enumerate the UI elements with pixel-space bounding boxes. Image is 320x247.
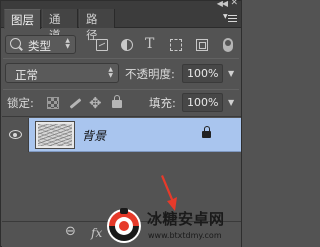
tab-bar: 图层 通道 路径 ▼ <box>1 7 241 42</box>
lock-all-icon[interactable] <box>112 95 122 108</box>
opacity-value: 100% <box>187 67 219 80</box>
opacity-dropdown-icon[interactable]: ▼ <box>228 69 234 78</box>
watermark-title: 冰糖安卓网 <box>147 210 225 228</box>
search-icon <box>10 38 21 49</box>
fill-label: 填充: <box>149 96 176 110</box>
lock-transparent-icon[interactable] <box>47 97 59 109</box>
updown-icon: ▲ ▼ <box>65 37 70 50</box>
updown-icon: ▲ ▼ <box>108 66 113 79</box>
lock-position-icon[interactable]: ✥ <box>89 94 102 112</box>
layer-name[interactable]: 背景 <box>82 127 106 144</box>
lock-pixels-icon[interactable] <box>69 98 82 109</box>
fill-value: 100% <box>187 96 219 109</box>
divider <box>3 89 239 90</box>
adjustment-filter-icon[interactable] <box>121 39 133 51</box>
image-filter-icon[interactable] <box>96 39 108 51</box>
blend-mode-value: 正常 <box>15 68 38 82</box>
watermark-logo <box>107 208 141 243</box>
tab-paths[interactable]: 路径 <box>79 9 115 42</box>
watermark: 冰糖安卓网 www.btxtdmy.com <box>101 206 243 247</box>
smart-object-filter-icon[interactable] <box>196 39 208 51</box>
filter-kind-select[interactable]: 类型 ▲ ▼ <box>5 35 76 54</box>
tab-layers[interactable]: 图层 <box>4 9 41 29</box>
layer-thumbnail <box>35 121 75 149</box>
lock-label: 锁定: <box>7 96 34 110</box>
panel-menu-button[interactable]: ▼ <box>223 12 237 24</box>
fill-dropdown-icon[interactable]: ▼ <box>228 98 234 107</box>
menu-arrow-icon: ▼ <box>223 13 228 20</box>
divider <box>3 58 239 59</box>
tab-channels[interactable]: 通道 <box>42 9 78 42</box>
shape-filter-icon[interactable] <box>170 39 182 51</box>
watermark-url: www.btxtdmy.com <box>148 231 222 240</box>
layers-panel: ◀◀ ✕ 图层 通道 路径 ▼ 类型 ▲▼ T 正常 ▲▼ 不透明度: 100%… <box>0 0 242 247</box>
link-layers-icon[interactable]: ⊖ <box>65 224 76 239</box>
layer-lock-icon <box>202 126 211 138</box>
fill-input[interactable]: 100% <box>182 93 223 112</box>
filter-kind-label: 类型 <box>28 39 51 53</box>
visibility-toggle[interactable] <box>2 118 29 152</box>
eye-icon <box>9 130 22 139</box>
menu-lines-icon <box>228 15 237 22</box>
type-filter-icon[interactable]: T <box>145 36 157 52</box>
layer-row[interactable]: 背景 <box>2 118 241 152</box>
opacity-input[interactable]: 100% <box>182 64 223 83</box>
filter-toggle-icon[interactable] <box>223 38 233 52</box>
blend-mode-select[interactable]: 正常 ▲ ▼ <box>5 63 119 83</box>
opacity-label: 不透明度: <box>125 67 175 81</box>
